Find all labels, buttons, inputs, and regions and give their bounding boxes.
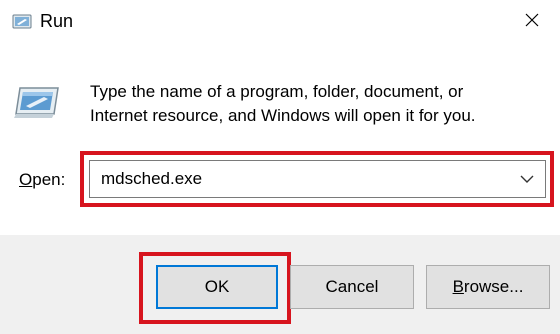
run-icon	[12, 13, 32, 31]
instructions-text: Type the name of a program, folder, docu…	[90, 80, 540, 128]
open-input[interactable]: mdsched.exe	[101, 169, 202, 189]
window-title: Run	[40, 11, 74, 31]
title-bar: Run	[0, 0, 560, 44]
close-icon	[525, 13, 539, 32]
instructions-line-2: Internet resource, and Windows will open…	[90, 106, 476, 125]
open-label-text: pen:	[32, 170, 66, 189]
browse-label: rowse...	[463, 277, 524, 296]
open-combobox[interactable]: mdsched.exe	[89, 160, 546, 198]
open-label: Open:	[19, 170, 65, 190]
cancel-button[interactable]: Cancel	[290, 265, 414, 309]
chevron-down-icon[interactable]	[513, 162, 541, 196]
browse-button[interactable]: Browse...	[426, 265, 550, 309]
run-program-icon	[14, 82, 62, 122]
ok-button[interactable]: OK	[156, 265, 278, 309]
instructions-line-1: Type the name of a program, folder, docu…	[90, 82, 464, 101]
close-button[interactable]	[512, 4, 552, 40]
browse-mnemonic: B	[452, 277, 464, 296]
open-label-mnemonic: O	[19, 170, 33, 189]
